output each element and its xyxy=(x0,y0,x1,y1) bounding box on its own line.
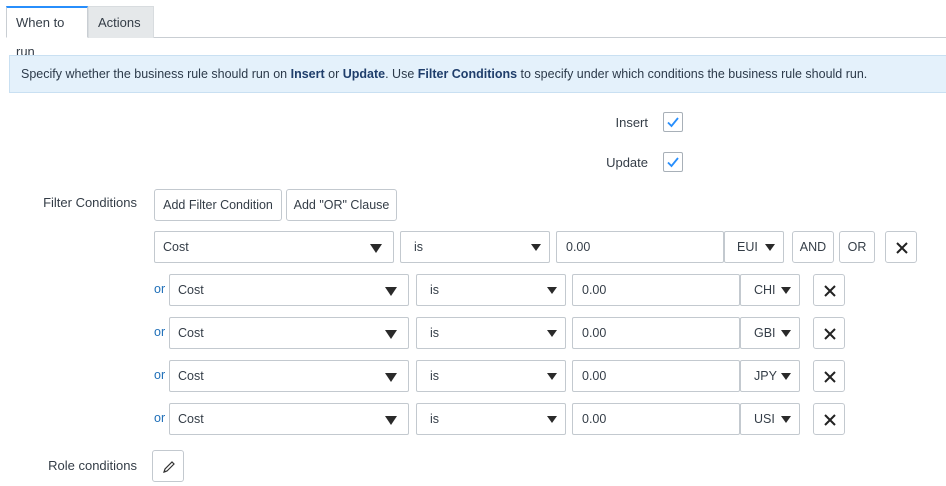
chevron-down-icon xyxy=(781,287,791,294)
operator-value: is xyxy=(430,369,440,383)
operator-select[interactable]: is xyxy=(416,317,566,349)
close-icon xyxy=(824,414,836,426)
value-input[interactable]: 0.00 xyxy=(572,317,740,349)
field-value: Cost xyxy=(178,326,204,340)
currency-select[interactable]: EUI xyxy=(724,231,784,263)
operator-value: is xyxy=(430,283,440,297)
checkmark-icon xyxy=(667,157,679,168)
chevron-down-icon xyxy=(765,244,775,251)
operator-select[interactable]: is xyxy=(400,231,550,263)
chevron-down-icon xyxy=(385,287,397,296)
chevron-down-icon xyxy=(531,244,541,251)
chevron-down-icon xyxy=(547,416,557,423)
currency-value: EUI xyxy=(737,240,758,254)
value-input[interactable]: 0.00 xyxy=(572,360,740,392)
checkmark-icon xyxy=(667,117,679,128)
remove-condition-button[interactable] xyxy=(813,317,845,349)
operator-select[interactable]: is xyxy=(416,360,566,392)
operator-value: is xyxy=(430,412,440,426)
chevron-down-icon xyxy=(547,330,557,337)
operator-select[interactable]: is xyxy=(416,274,566,306)
chevron-down-icon xyxy=(385,373,397,382)
info-text: or xyxy=(324,67,343,81)
field-select[interactable]: Cost xyxy=(169,317,409,349)
tab-actions[interactable]: Actions xyxy=(88,6,154,38)
remove-condition-button[interactable] xyxy=(813,274,845,306)
operator-select[interactable]: is xyxy=(416,403,566,435)
currency-value: GBI xyxy=(754,326,776,340)
field-select[interactable]: Cost xyxy=(169,360,409,392)
pencil-icon xyxy=(163,461,175,473)
operator-value: is xyxy=(414,240,424,254)
info-text: Specify whether the business rule should… xyxy=(21,67,291,81)
field-value: Cost xyxy=(178,412,204,426)
field-select[interactable]: Cost xyxy=(154,231,394,263)
info-filter-conditions: Filter Conditions xyxy=(417,67,518,81)
info-banner: Specify whether the business rule should… xyxy=(9,55,946,93)
chevron-down-icon xyxy=(547,373,557,380)
or-prefix: or xyxy=(154,325,166,339)
chevron-down-icon xyxy=(781,416,791,423)
field-select[interactable]: Cost xyxy=(169,403,409,435)
info-update: Update xyxy=(342,67,386,81)
currency-select[interactable]: GBI xyxy=(740,317,800,349)
chevron-down-icon xyxy=(370,244,382,253)
close-icon xyxy=(824,285,836,297)
insert-label: Insert xyxy=(615,115,648,130)
field-value: Cost xyxy=(163,240,189,254)
field-value: Cost xyxy=(178,283,204,297)
chevron-down-icon xyxy=(547,287,557,294)
chevron-down-icon xyxy=(385,330,397,339)
currency-value: CHI xyxy=(754,283,776,297)
field-value: Cost xyxy=(178,369,204,383)
currency-select[interactable]: JPY xyxy=(740,360,800,392)
remove-condition-button[interactable] xyxy=(813,360,845,392)
or-prefix: or xyxy=(154,368,166,382)
close-icon xyxy=(824,328,836,340)
info-insert: Insert xyxy=(290,67,325,81)
value-input[interactable]: 0.00 xyxy=(572,274,740,306)
tab-when-to-run[interactable]: When to run xyxy=(6,6,88,59)
value-input[interactable]: 0.00 xyxy=(572,403,740,435)
filter-conditions-label: Filter Conditions xyxy=(43,195,137,210)
currency-value: JPY xyxy=(754,369,777,383)
tab-bar: When to run Actions xyxy=(6,6,946,59)
edit-role-conditions-button[interactable] xyxy=(152,450,184,482)
operator-value: is xyxy=(430,326,440,340)
or-button[interactable]: OR xyxy=(839,231,875,263)
update-checkbox[interactable] xyxy=(663,152,683,172)
and-button[interactable]: AND xyxy=(792,231,834,263)
info-text: to specify under which conditions the bu… xyxy=(517,67,868,81)
currency-value: USI xyxy=(754,412,775,426)
remove-condition-button[interactable] xyxy=(813,403,845,435)
add-filter-condition-button[interactable]: Add Filter Condition xyxy=(154,189,282,221)
chevron-down-icon xyxy=(385,416,397,425)
currency-select[interactable]: CHI xyxy=(740,274,800,306)
or-prefix: or xyxy=(154,411,166,425)
close-icon xyxy=(824,371,836,383)
chevron-down-icon xyxy=(781,330,791,337)
field-select[interactable]: Cost xyxy=(169,274,409,306)
or-prefix: or xyxy=(154,282,166,296)
info-text: . Use xyxy=(385,67,418,81)
update-label: Update xyxy=(606,155,648,170)
role-conditions-label: Role conditions xyxy=(48,458,137,473)
add-or-clause-button[interactable]: Add "OR" Clause xyxy=(286,189,397,221)
value-input[interactable]: 0.00 xyxy=(556,231,724,263)
close-icon xyxy=(896,242,908,254)
chevron-down-icon xyxy=(781,373,791,380)
remove-condition-button[interactable] xyxy=(885,231,917,263)
currency-select[interactable]: USI xyxy=(740,403,800,435)
insert-checkbox[interactable] xyxy=(663,112,683,132)
